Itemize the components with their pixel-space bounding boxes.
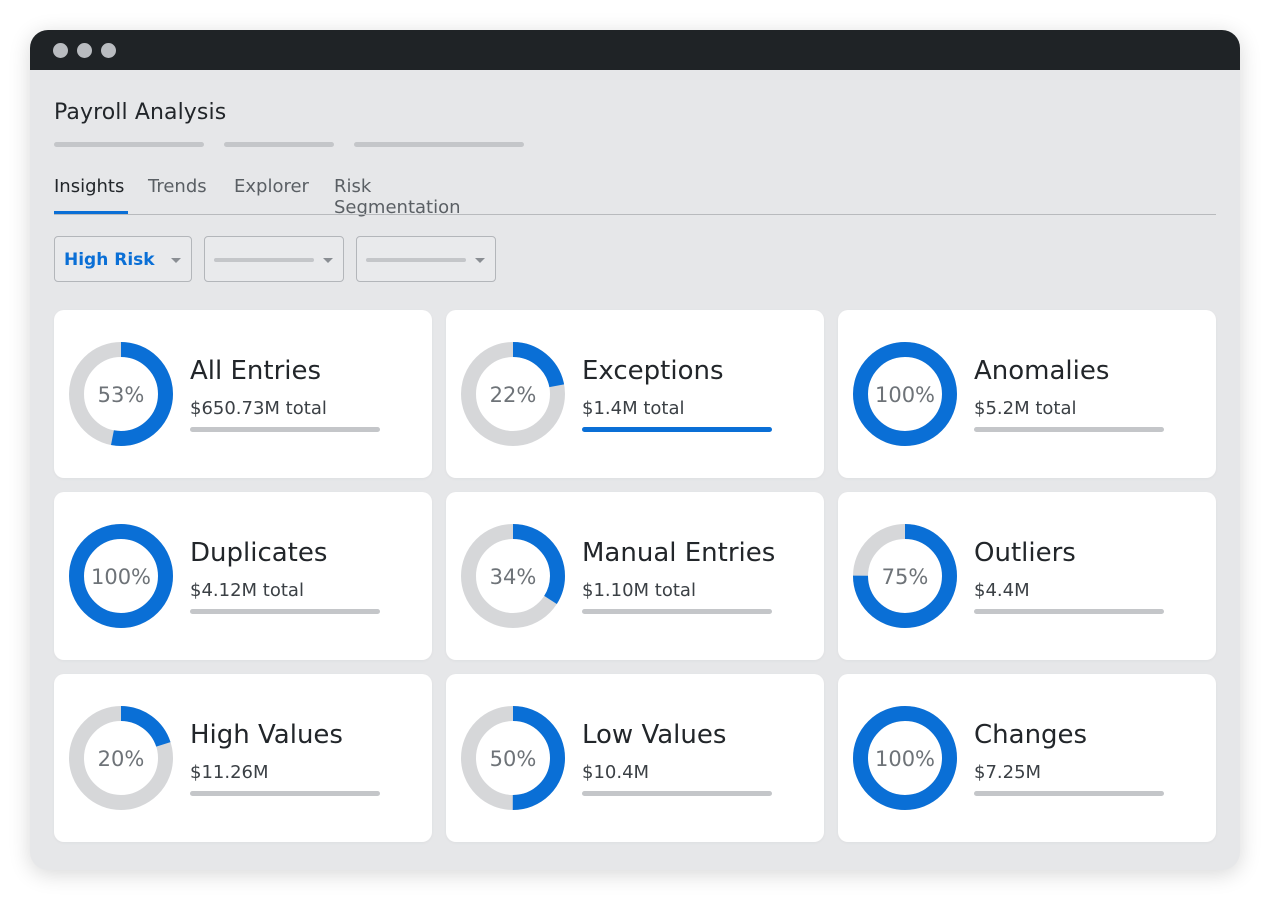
insight-card[interactable]: 50% Low Values $10.4M — [446, 674, 824, 842]
card-title: Changes — [974, 720, 1088, 750]
card-title: All Entries — [190, 356, 322, 386]
breadcrumb-placeholder — [54, 142, 204, 147]
card-title: Anomalies — [974, 356, 1110, 386]
card-underline-bar — [582, 427, 772, 432]
card-underline-bar — [974, 427, 1164, 432]
donut-percent-label: 100% — [875, 747, 935, 771]
card-amount: $7.25M — [974, 762, 1042, 783]
donut-chart: 20% — [69, 706, 173, 810]
card-underline-bar — [974, 609, 1164, 614]
card-title: Low Values — [582, 720, 727, 750]
insight-card[interactable]: 75% Outliers $4.4M — [838, 492, 1216, 660]
card-amount: $4.4M — [974, 580, 1030, 601]
donut-chart: 100% — [853, 706, 957, 810]
donut-chart: 75% — [853, 524, 957, 628]
card-amount: $5.2M total — [974, 398, 1077, 419]
donut-chart: 53% — [69, 342, 173, 446]
window-close-button[interactable] — [53, 43, 68, 58]
donut-chart: 100% — [69, 524, 173, 628]
breadcrumb-placeholder — [354, 142, 524, 147]
card-amount: $1.10M total — [582, 580, 696, 601]
donut-chart: 34% — [461, 524, 565, 628]
card-underline-bar — [582, 791, 772, 796]
donut-percent-label: 75% — [882, 565, 929, 589]
donut-percent-label: 22% — [490, 383, 537, 407]
card-underline-bar — [190, 791, 380, 796]
risk-filter-dropdown[interactable]: High Risk — [54, 236, 192, 282]
card-title: Outliers — [974, 538, 1076, 568]
card-title: Duplicates — [190, 538, 328, 568]
card-underline-bar — [190, 609, 380, 614]
donut-percent-label: 100% — [91, 565, 151, 589]
card-underline-bar — [582, 609, 772, 614]
breadcrumb-placeholder — [224, 142, 334, 147]
filter-dropdown-2[interactable] — [204, 236, 344, 282]
card-title: Manual Entries — [582, 538, 776, 568]
page-title: Payroll Analysis — [54, 100, 227, 125]
donut-percent-label: 100% — [875, 383, 935, 407]
insight-card[interactable]: 20% High Values $11.26M — [54, 674, 432, 842]
card-amount: $10.4M — [582, 762, 650, 783]
tab-insights[interactable]: Insights — [54, 176, 124, 214]
card-amount: $650.73M total — [190, 398, 327, 419]
window-titlebar — [30, 30, 1240, 70]
insight-card[interactable]: 22% Exceptions $1.4M total — [446, 310, 824, 478]
window-maximize-button[interactable] — [101, 43, 116, 58]
insight-card[interactable]: 53% All Entries $650.73M total — [54, 310, 432, 478]
donut-chart: 50% — [461, 706, 565, 810]
tabs-divider — [54, 214, 1216, 215]
donut-percent-label: 20% — [98, 747, 145, 771]
donut-chart: 22% — [461, 342, 565, 446]
card-title: Exceptions — [582, 356, 724, 386]
card-title: High Values — [190, 720, 343, 750]
chevron-down-icon — [323, 258, 333, 263]
tab-trends[interactable]: Trends — [148, 176, 207, 214]
card-underline-bar — [974, 791, 1164, 796]
chevron-down-icon — [171, 258, 181, 263]
app-window: Payroll Analysis Insights Trends Explore… — [30, 30, 1240, 870]
tab-risk-segmentation[interactable]: Risk Segmentation — [334, 176, 461, 218]
card-amount: $1.4M total — [582, 398, 685, 419]
filter-dropdown-3[interactable] — [356, 236, 496, 282]
donut-percent-label: 34% — [490, 565, 537, 589]
insight-card[interactable]: 100% Anomalies $5.2M total — [838, 310, 1216, 478]
insight-card[interactable]: 100% Changes $7.25M — [838, 674, 1216, 842]
dropdown-placeholder — [214, 258, 314, 262]
card-underline-bar — [190, 427, 380, 432]
insight-card[interactable]: 34% Manual Entries $1.10M total — [446, 492, 824, 660]
card-amount: $4.12M total — [190, 580, 304, 601]
donut-chart: 100% — [853, 342, 957, 446]
card-amount: $11.26M — [190, 762, 269, 783]
donut-percent-label: 50% — [490, 747, 537, 771]
donut-percent-label: 53% — [98, 383, 145, 407]
tab-explorer[interactable]: Explorer — [234, 176, 309, 214]
risk-filter-value: High Risk — [64, 250, 155, 270]
chevron-down-icon — [475, 258, 485, 263]
insight-card[interactable]: 100% Duplicates $4.12M total — [54, 492, 432, 660]
window-minimize-button[interactable] — [77, 43, 92, 58]
dropdown-placeholder — [366, 258, 466, 262]
